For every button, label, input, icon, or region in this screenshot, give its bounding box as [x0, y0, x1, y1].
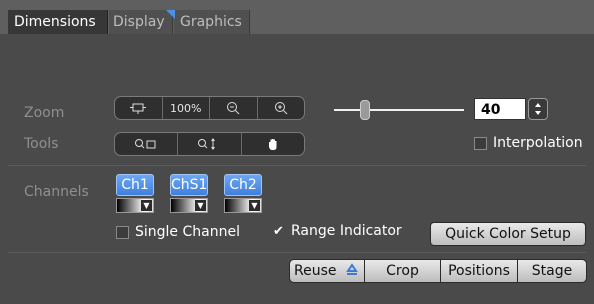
- interpolation-box[interactable]: [474, 136, 487, 150]
- zoom-slider-thumb[interactable]: [360, 100, 370, 120]
- channel-ch2-button[interactable]: Ch2: [224, 174, 262, 196]
- zoom-out-icon: [227, 102, 240, 115]
- chevron-down-icon: ▼: [249, 200, 260, 211]
- dimensions-panel: Dimensions Display Graphics Zoom 100% 40…: [0, 0, 594, 304]
- interpolation-checkbox[interactable]: Interpolation: [474, 135, 583, 151]
- zoom-slider[interactable]: [334, 100, 464, 120]
- chevron-down-icon: ▼: [141, 200, 152, 211]
- single-channel-box[interactable]: [116, 225, 129, 239]
- zoom-in-button[interactable]: [258, 97, 305, 119]
- tab-dimensions[interactable]: Dimensions: [8, 10, 108, 34]
- channel-chs1-lut-dropdown[interactable]: ▼: [170, 198, 208, 213]
- positions-button[interactable]: Positions: [440, 259, 518, 283]
- tab-marker-icon: [166, 10, 175, 19]
- zoom-out-button[interactable]: [210, 97, 258, 119]
- reuse-label: Reuse: [294, 263, 337, 279]
- divider: [8, 252, 586, 253]
- recycle-icon: [346, 263, 358, 275]
- channel-chs1: ChS1 ▼: [170, 174, 208, 213]
- zoom-select-rect-button[interactable]: [115, 133, 179, 155]
- channel-ch2-lut-dropdown[interactable]: ▼: [224, 198, 262, 213]
- zoom-label: Zoom: [24, 105, 65, 121]
- interpolation-label: Interpolation: [493, 135, 583, 151]
- zoom-select-rect-icon: [135, 139, 156, 149]
- range-indicator-checkbox[interactable]: ✔ Range Indicator: [272, 223, 402, 239]
- checkmark-icon[interactable]: ✔: [272, 225, 285, 238]
- zoom-slider-track: [334, 109, 464, 111]
- zoom-in-icon: [274, 102, 288, 115]
- channels-label: Channels: [24, 184, 89, 200]
- pan-hand-icon: [268, 138, 277, 150]
- zoom-spinbox: 40: [474, 98, 552, 120]
- tab-graphics[interactable]: Graphics: [174, 10, 250, 34]
- channel-ch1: Ch1 ▼: [116, 174, 154, 213]
- tools-button-group: [114, 132, 305, 156]
- single-channel-checkbox[interactable]: Single Channel: [116, 224, 240, 240]
- channel-ch1-lut-dropdown[interactable]: ▼: [116, 198, 154, 213]
- zoom-spin-button[interactable]: [528, 98, 548, 120]
- zoom-100-label: 100%: [170, 101, 202, 115]
- zoom-100-button[interactable]: 100%: [163, 97, 210, 119]
- stage-button[interactable]: Stage: [517, 259, 587, 283]
- zoom-value-input[interactable]: 40: [474, 98, 526, 120]
- channel-ch2: Ch2 ▼: [224, 174, 262, 213]
- tab-bar: Dimensions Display Graphics: [0, 0, 594, 34]
- reuse-button[interactable]: Reuse: [289, 259, 365, 283]
- fit-to-window-button[interactable]: [115, 97, 163, 119]
- zoom-vertical-button[interactable]: [178, 133, 242, 155]
- channel-chs1-button[interactable]: ChS1: [170, 174, 208, 196]
- single-channel-label: Single Channel: [135, 224, 240, 240]
- zoom-vertical-icon: [198, 138, 216, 150]
- range-indicator-label: Range Indicator: [291, 223, 402, 239]
- tab-display[interactable]: Display: [109, 10, 173, 34]
- pan-button[interactable]: [242, 133, 304, 155]
- tools-label: Tools: [24, 136, 59, 152]
- divider: [8, 165, 586, 166]
- zoom-button-group: 100%: [114, 96, 305, 120]
- channel-ch1-button[interactable]: Ch1: [116, 174, 154, 196]
- quick-color-setup-button[interactable]: Quick Color Setup: [430, 222, 586, 246]
- crop-button[interactable]: Crop: [364, 259, 441, 283]
- chevron-down-icon: ▼: [195, 200, 206, 211]
- spin-arrows-icon: [535, 103, 541, 115]
- fit-to-window-icon: [130, 103, 147, 114]
